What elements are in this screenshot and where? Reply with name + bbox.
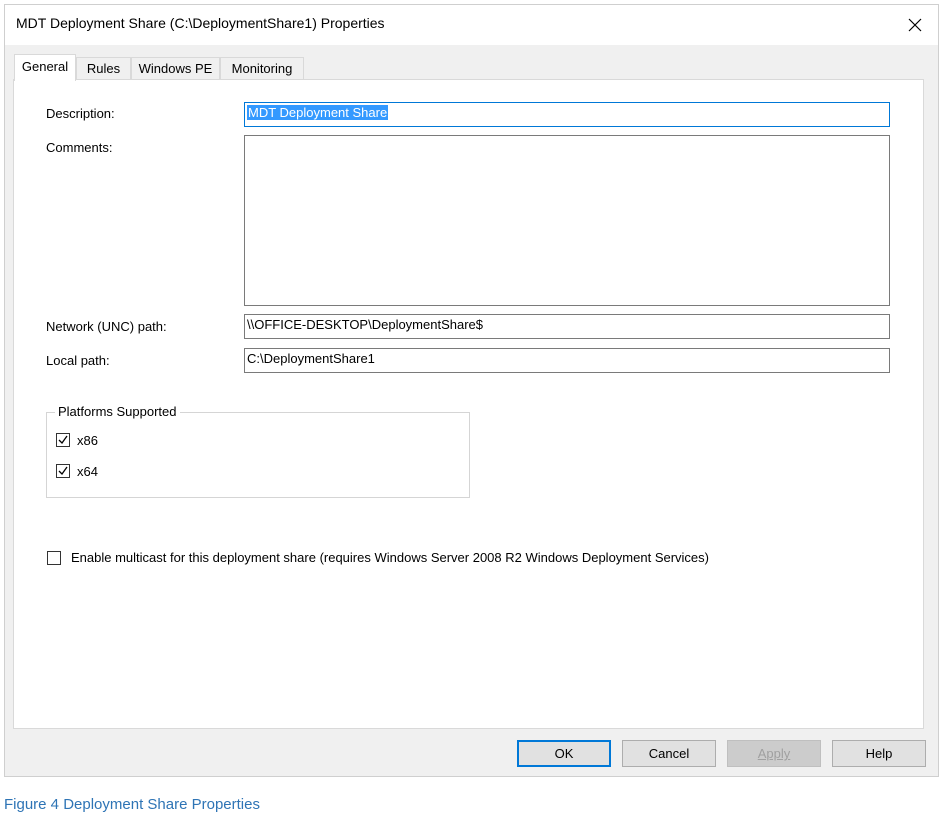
comments-label: Comments: [46,140,113,155]
title-bar: MDT Deployment Share (C:\DeploymentShare… [5,5,938,45]
cancel-label: Cancel [648,746,690,761]
figure-caption: Figure 4 Deployment Share Properties [4,796,260,813]
properties-dialog: MDT Deployment Share (C:\DeploymentShare… [4,4,939,777]
tab-rules[interactable]: Rules [76,57,131,79]
local-path-label: Local path: [46,353,110,368]
general-tab-panel: Description: MDT Deployment Share Commen… [13,79,924,729]
x64-checkbox[interactable] [56,464,70,478]
apply-button[interactable]: Apply [727,740,821,767]
x64-label: x64 [77,464,98,479]
close-icon [908,18,922,32]
close-button[interactable] [892,5,938,45]
local-path-field[interactable]: C:\DeploymentShare1 [244,348,890,373]
description-field[interactable]: MDT Deployment Share [244,102,890,127]
platforms-supported-group: Platforms Supported x86 x64 [46,404,470,498]
tab-general[interactable]: General [14,54,76,81]
comments-field[interactable] [244,135,890,306]
window-title: MDT Deployment Share (C:\DeploymentShare… [16,15,385,31]
multicast-label: Enable multicast for this deployment sha… [71,550,709,565]
checkmark-icon [58,435,68,445]
tab-windows-pe-label: Windows PE [138,61,213,76]
checkmark-icon [58,466,68,476]
x86-label: x86 [77,433,98,448]
platforms-legend: Platforms Supported [55,404,180,419]
ok-label: OK [554,746,574,761]
apply-label: Apply [757,746,791,761]
description-label: Description: [46,106,115,121]
cancel-button[interactable]: Cancel [622,740,716,767]
unc-path-field[interactable]: \\OFFICE-DESKTOP\DeploymentShare$ [244,314,890,339]
multicast-checkbox[interactable] [47,551,61,565]
tab-general-label: General [21,59,69,74]
ok-button[interactable]: OK [517,740,611,767]
tab-rules-label: Rules [86,61,121,76]
description-value: MDT Deployment Share [247,105,389,120]
unc-path-label: Network (UNC) path: [46,319,167,334]
help-button[interactable]: Help [832,740,926,767]
tab-windows-pe[interactable]: Windows PE [131,57,220,79]
help-label: Help [865,746,893,761]
tab-monitoring-label: Monitoring [231,61,293,76]
x86-checkbox[interactable] [56,433,70,447]
tab-monitoring[interactable]: Monitoring [220,57,304,79]
